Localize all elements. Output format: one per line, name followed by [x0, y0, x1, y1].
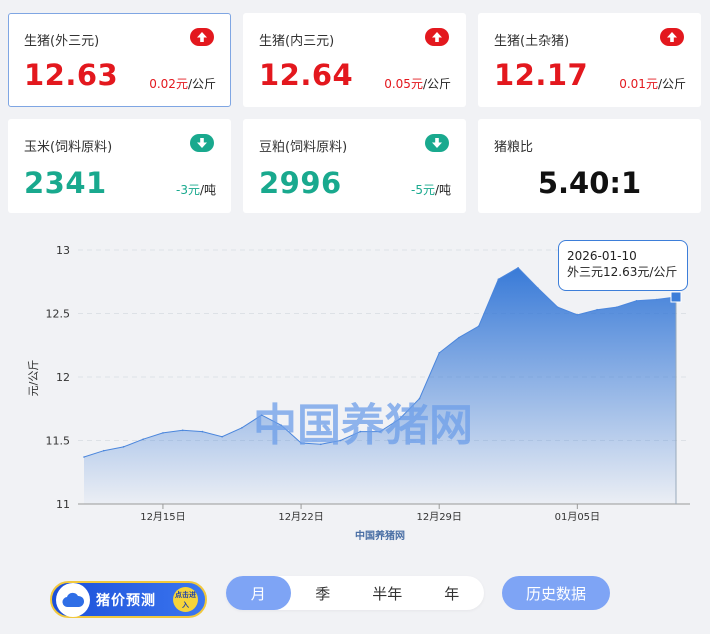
- data-point[interactable]: [201, 430, 204, 433]
- card-pig-waisanyuan[interactable]: 生猪(外三元) 12.63 0.02元/公斤: [8, 13, 231, 107]
- data-point[interactable]: [616, 306, 618, 308]
- card-value: 2996: [259, 166, 342, 200]
- y-tick-label: 12.5: [46, 308, 71, 321]
- x-tick-label: 01月05日: [555, 511, 600, 523]
- card-corn[interactable]: 玉米(饲料原料) 2341 -3元/吨: [8, 119, 231, 213]
- x-tick-label: 12月15日: [140, 511, 185, 523]
- data-point[interactable]: [181, 429, 184, 432]
- card-change: 0.05元/公斤: [384, 77, 451, 91]
- data-point[interactable]: [635, 300, 638, 302]
- data-point[interactable]: [162, 432, 164, 434]
- y-tick-label: 11.5: [46, 435, 71, 448]
- card-name: 玉米(饲料原料): [24, 140, 113, 155]
- data-point[interactable]: [83, 456, 85, 458]
- card-change: -3元/吨: [175, 183, 216, 197]
- card-pig-grain-ratio[interactable]: 猪粮比 5.40:1: [478, 119, 701, 213]
- card-change: 0.01元/公斤: [619, 77, 686, 91]
- tap-to-enter-badge: 点击进入: [173, 587, 198, 612]
- data-point[interactable]: [655, 298, 658, 301]
- tab-half-year[interactable]: 半年: [355, 576, 420, 610]
- arrow-up-icon: [190, 28, 214, 46]
- tab-quarter[interactable]: 季: [291, 576, 356, 610]
- data-point[interactable]: [102, 449, 105, 452]
- y-tick-label: 12: [56, 371, 70, 384]
- price-forecast-button[interactable]: 猪价预测 点击进入: [50, 581, 207, 618]
- data-point[interactable]: [241, 427, 243, 429]
- arrow-down-icon: [425, 134, 449, 152]
- card-change: -5元/吨: [410, 183, 451, 197]
- card-value: 12.64: [259, 58, 354, 92]
- data-point[interactable]: [596, 308, 598, 311]
- tab-month[interactable]: 月: [226, 576, 291, 610]
- tooltip-value: 外三元12.63元/公斤: [567, 265, 678, 279]
- price-area: [84, 267, 676, 504]
- card-value: 12.17: [494, 58, 589, 92]
- data-point[interactable]: [221, 435, 223, 438]
- card-name: 生猪(外三元): [24, 34, 100, 49]
- x-tick-label: 12月22日: [278, 511, 323, 523]
- arrow-down-icon: [190, 134, 214, 152]
- data-point[interactable]: [458, 336, 460, 339]
- x-axis-label: 中国养猪网: [355, 529, 405, 542]
- data-point[interactable]: [477, 325, 480, 328]
- history-data-button[interactable]: 历史数据: [502, 576, 610, 610]
- data-point[interactable]: [556, 306, 559, 308]
- card-name: 豆粕(饲料原料): [259, 140, 348, 155]
- card-pig-neisanyuan[interactable]: 生猪(内三元) 12.64 0.05元/公斤: [243, 13, 466, 107]
- tooltip-date: 2026-01-10: [567, 249, 637, 263]
- data-point[interactable]: [497, 278, 500, 281]
- data-point[interactable]: [438, 352, 441, 354]
- data-point[interactable]: [537, 287, 539, 289]
- data-point[interactable]: [122, 446, 125, 448]
- arrow-up-icon: [660, 28, 684, 46]
- data-point[interactable]: [517, 266, 519, 269]
- period-tabs: 月 季 半年 年: [226, 576, 484, 610]
- y-tick-label: 13: [56, 244, 70, 257]
- data-point[interactable]: [576, 313, 579, 316]
- highlight-point[interactable]: [670, 291, 682, 303]
- card-name: 生猪(土杂猪): [494, 34, 570, 49]
- card-value: 12.63: [24, 58, 119, 92]
- ratio-value: 5.40:1: [537, 166, 642, 200]
- card-name: 猪粮比: [494, 140, 534, 155]
- y-axis-label: 元/公斤: [27, 360, 40, 397]
- y-tick-label: 11: [56, 498, 70, 511]
- data-point[interactable]: [142, 438, 144, 441]
- card-change: 0.02元/公斤: [149, 77, 216, 91]
- card-pig-tuzazhu[interactable]: 生猪(土杂猪) 12.17 0.01元/公斤: [478, 13, 701, 107]
- watermark-text: 中国养猪网: [253, 400, 473, 451]
- cloud-icon: [56, 582, 90, 617]
- tab-year[interactable]: 年: [420, 576, 485, 610]
- card-name: 生猪(内三元): [259, 34, 335, 49]
- arrow-up-icon: [425, 28, 449, 46]
- chart-tooltip: 2026-01-10 外三元12.63元/公斤: [558, 240, 688, 291]
- x-tick-label: 12月29日: [416, 511, 461, 523]
- card-soybean-meal[interactable]: 豆粕(饲料原料) 2996 -5元/吨: [243, 119, 466, 213]
- forecast-label: 猪价预测: [96, 592, 156, 609]
- card-value: 2341: [24, 166, 107, 200]
